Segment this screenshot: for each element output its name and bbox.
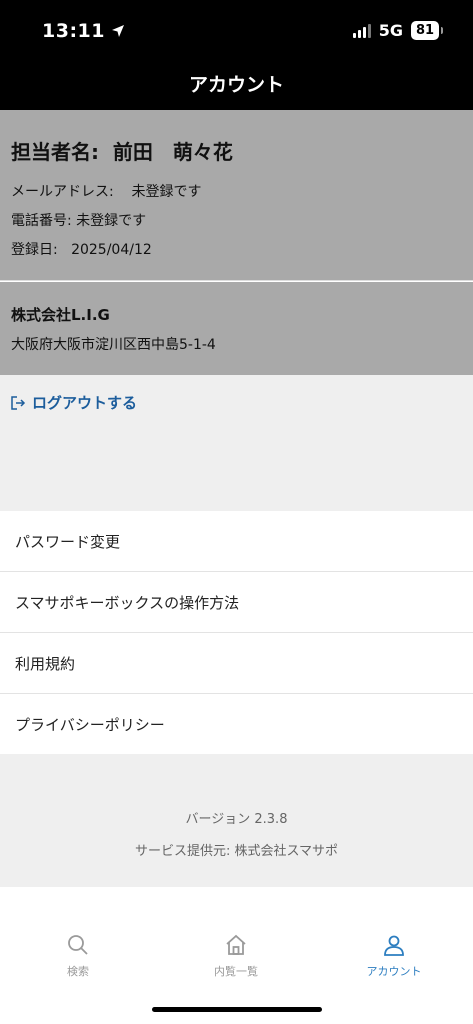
phone-row: 電話番号: 未登録です: [11, 210, 146, 230]
menu-item-keybox-guide[interactable]: スマサポキーボックスの操作方法: [0, 572, 473, 633]
search-icon: [68, 935, 88, 955]
battery-icon: 81: [411, 21, 443, 40]
company-address: 大阪府大阪市淀川区西中島5-1-4: [11, 337, 216, 353]
signal-icon: [352, 23, 371, 38]
phone-label: 電話番号:: [11, 213, 72, 229]
home-icon: [226, 934, 246, 955]
menu-item-password-change[interactable]: パスワード変更: [0, 511, 473, 572]
menu-item-label: スマサポキーボックスの操作方法: [15, 593, 240, 612]
network-type: 5G: [378, 21, 403, 40]
menu-item-label: プライバシーポリシー: [15, 716, 165, 734]
menu-item-terms[interactable]: 利用規約: [0, 633, 473, 694]
registered-row: 登録日: 2025/04/12: [11, 239, 152, 259]
menu-item-label: 利用規約: [15, 654, 76, 673]
company-name: 株式会社L.I.G: [11, 306, 110, 324]
phone-value: 未登録です: [76, 213, 147, 229]
profile-section: 担当者名: 前田 萌々花 メールアドレス: 未登録です 電話番号: 未登録です …: [0, 110, 473, 281]
person-icon: [384, 935, 404, 956]
home-indicator: [152, 1007, 322, 1012]
status-time: 13:11: [42, 20, 125, 42]
tab-label: アカウント: [366, 965, 422, 978]
registered-label: 登録日:: [11, 242, 58, 258]
logout-button[interactable]: ログアウトする: [10, 392, 137, 413]
email-row: メールアドレス: 未登録です: [11, 181, 202, 201]
menu-item-privacy-policy[interactable]: プライバシーポリシー: [0, 694, 473, 755]
email-label: メールアドレス:: [11, 184, 114, 200]
logout-icon: [11, 395, 26, 410]
status-time-text: 13:11: [42, 20, 105, 42]
tab-label: 内覧一覧: [214, 965, 258, 978]
settings-menu: パスワード変更 スマサポキーボックスの操作方法 利用規約 プライバシーポリシー: [0, 511, 473, 755]
tab-viewing-list[interactable]: 内覧一覧: [176, 933, 296, 979]
logout-label: ログアウトする: [32, 394, 138, 412]
menu-item-label: パスワード変更: [15, 532, 121, 551]
company-section: 株式会社L.I.G 大阪府大阪市淀川区西中島5-1-4: [0, 282, 473, 375]
status-right: 5G 81: [352, 21, 443, 40]
tab-bar: 検索 内覧一覧 アカウント: [0, 887, 473, 1024]
user-name: 担当者名: 前田 萌々花: [11, 140, 233, 164]
location-arrow-icon: [111, 25, 124, 37]
app-info: バージョン 2.3.8 サービス提供元: 株式会社スマサポ: [0, 754, 473, 887]
tab-search[interactable]: 検索: [18, 933, 138, 979]
registered-value: 2025/04/12: [71, 242, 152, 258]
tab-account[interactable]: アカウント: [334, 933, 454, 979]
page-title: アカウント: [188, 74, 284, 96]
top-bar: 13:11 5G 81 アカウント: [0, 0, 473, 110]
email-value: 未登録です: [131, 184, 202, 200]
provider-text: サービス提供元: 株式会社スマサポ: [134, 844, 339, 859]
battery-level: 81: [411, 21, 439, 40]
version-text: バージョン 2.3.8: [185, 812, 288, 827]
tab-label: 検索: [67, 965, 89, 978]
logout-area: ログアウトする: [0, 375, 473, 511]
